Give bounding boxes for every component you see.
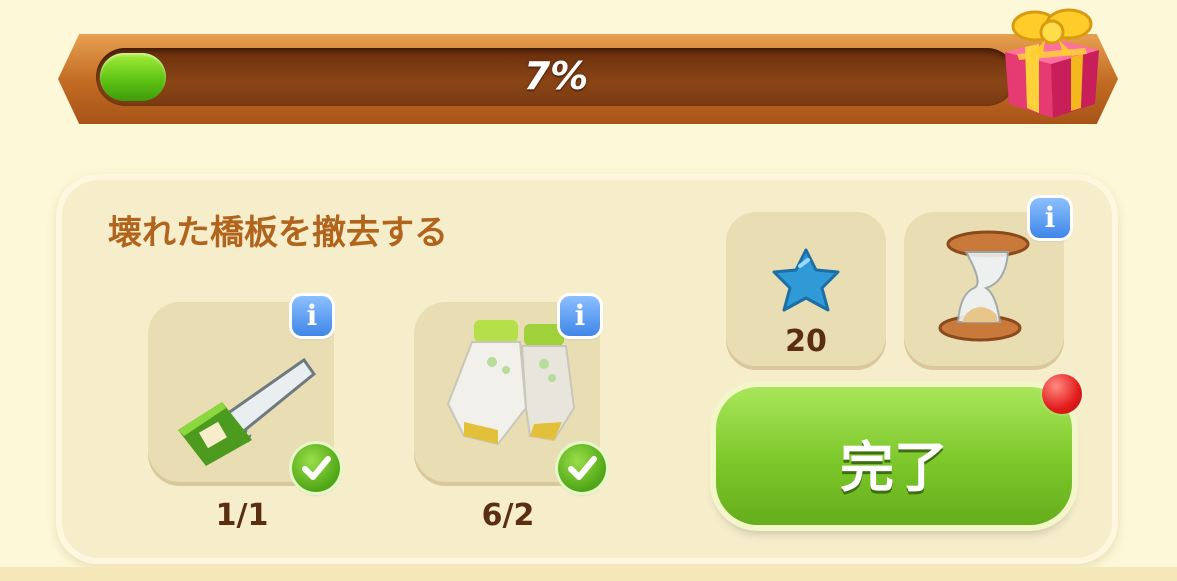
- complete-button-label: 完了: [840, 436, 948, 499]
- check-icon: [568, 456, 597, 480]
- bottom-strip: [0, 567, 1177, 581]
- cost-amount: 20: [785, 324, 827, 359]
- gift-box-icon[interactable]: [995, 0, 1107, 122]
- notification-dot: [1042, 374, 1082, 414]
- requirement-count-gloves: 6/2: [481, 498, 535, 533]
- info-button-saw[interactable]: i: [292, 296, 332, 336]
- cost-slot: 20: [726, 212, 886, 370]
- complete-button[interactable]: 完了: [716, 387, 1072, 525]
- blue-star-icon: [772, 248, 840, 312]
- progress-bar: 7%: [96, 48, 1016, 106]
- check-badge-gloves: [558, 444, 606, 492]
- hourglass-icon: [938, 230, 1030, 342]
- progress-percent: 7%: [523, 54, 589, 98]
- check-badge-saw: [292, 444, 340, 492]
- requirement-count-saw: 1/1: [215, 498, 269, 533]
- check-icon: [302, 456, 331, 480]
- info-button-gloves[interactable]: i: [560, 296, 600, 336]
- task-title: 壊れた橋板を撤去する: [108, 213, 448, 253]
- gloves-icon: [446, 320, 576, 446]
- info-button-timer[interactable]: i: [1030, 198, 1070, 238]
